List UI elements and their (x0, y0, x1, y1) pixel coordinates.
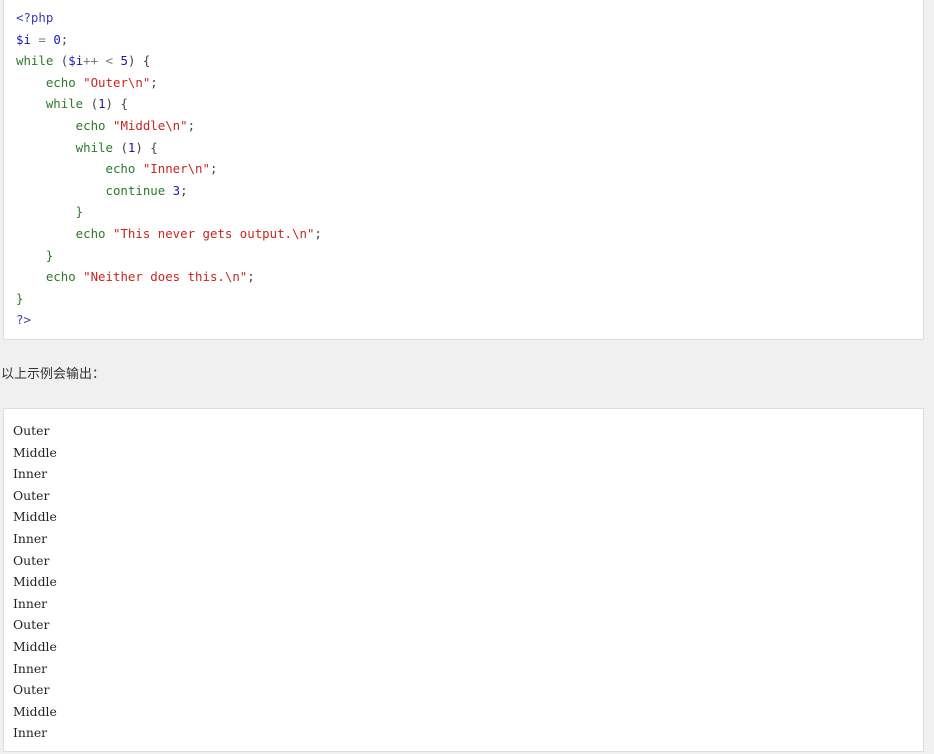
code-line: while ($i++ < 5) { (16, 50, 322, 72)
code-lines: <?php $i = 0; while ($i++ < 5) { echo "Out… (16, 7, 322, 331)
code-token: while (16, 96, 84, 112)
code-token: while (16, 53, 54, 69)
code-token: echo (16, 225, 113, 241)
code-token: ; (150, 74, 158, 90)
code-line: } (16, 245, 322, 267)
code-token: ) { (135, 139, 158, 155)
code-token: ++ < (83, 53, 121, 69)
code-token: 5 (120, 53, 128, 69)
code-token: ( (112, 139, 128, 155)
code-line: } (16, 201, 322, 223)
code-token: } (16, 290, 24, 306)
output-line: Middle (13, 509, 57, 525)
output-line: Middle (13, 574, 57, 590)
output-line: Middle (13, 703, 57, 719)
output-line: Outer (13, 423, 50, 438)
code-token: ( (83, 96, 99, 112)
code-line: echo "Outer\n"; (16, 72, 322, 94)
code-line: $i = 0; (16, 29, 322, 51)
code-token: ; (209, 161, 218, 177)
code-token: } (16, 247, 54, 263)
code-token: ; (60, 31, 69, 47)
code-line: echo "Neither does this.\n"; (16, 266, 322, 288)
code-token: "Middle\n" (112, 117, 188, 133)
output-block: Outer Middle Inner Outer Middle Inner Outer Mid… (3, 408, 924, 752)
output-line: Inner (13, 660, 48, 676)
code-token: "Inner\n" (142, 161, 210, 177)
output-line: Inner (13, 530, 48, 546)
code-token: ) { (105, 96, 128, 112)
code-line: echo "Inner\n"; (16, 158, 322, 180)
code-line: echo "Middle\n"; (16, 115, 322, 137)
output-line: Outer (13, 552, 50, 568)
output-line: Outer (13, 487, 50, 503)
code-token: echo (16, 161, 143, 177)
output-line: Middle (13, 444, 57, 460)
code-token: $i (68, 53, 84, 69)
code-token: while (16, 139, 113, 155)
code-token: ; (187, 117, 196, 133)
code-line: continue 3; (16, 180, 322, 202)
code-line: <?php (16, 7, 322, 29)
code-token: = (30, 31, 54, 47)
code-token: "Neither does this.\n" (83, 269, 248, 285)
code-token: echo (16, 269, 84, 285)
code-line: while (1) { (16, 93, 322, 115)
code-token: ; (247, 269, 255, 285)
code-token: 3 (172, 182, 181, 198)
code-token: ) { (127, 53, 151, 69)
code-token: 0 (53, 31, 61, 47)
code-token: ?> (16, 312, 31, 328)
code-block: <?php $i = 0; while ($i++ < 5) { echo "Out… (3, 0, 924, 340)
code-token: "Outer\n" (83, 74, 151, 90)
output-line: Middle (13, 638, 57, 654)
output-line: Inner (13, 466, 48, 482)
code-token: continue (16, 182, 173, 198)
output-line: Inner (13, 725, 48, 741)
output-lines: Outer Middle Inner Outer Middle Inner Outer Mid… (13, 420, 57, 744)
code-token: ; (180, 182, 188, 198)
code-line: ?> (16, 309, 322, 331)
code-line: while (1) { (16, 137, 322, 159)
code-token: ( (53, 53, 69, 69)
code-token: <?php (16, 10, 54, 25)
code-line: echo "This never gets output.\n"; (16, 223, 322, 245)
code-token: "This never gets output.\n" (112, 225, 315, 241)
output-line: Inner (13, 595, 48, 611)
output-caption: 以上示例会输出： (1, 367, 106, 382)
code-token: 1 (98, 96, 106, 112)
output-line: Outer (13, 682, 50, 698)
code-token: echo (16, 117, 113, 133)
code-line: } (16, 288, 322, 310)
code-token: $i (16, 31, 31, 47)
code-token: echo (16, 74, 84, 90)
code-token: ; (314, 225, 322, 241)
output-line: Outer (13, 617, 50, 633)
code-token: } (16, 204, 84, 220)
